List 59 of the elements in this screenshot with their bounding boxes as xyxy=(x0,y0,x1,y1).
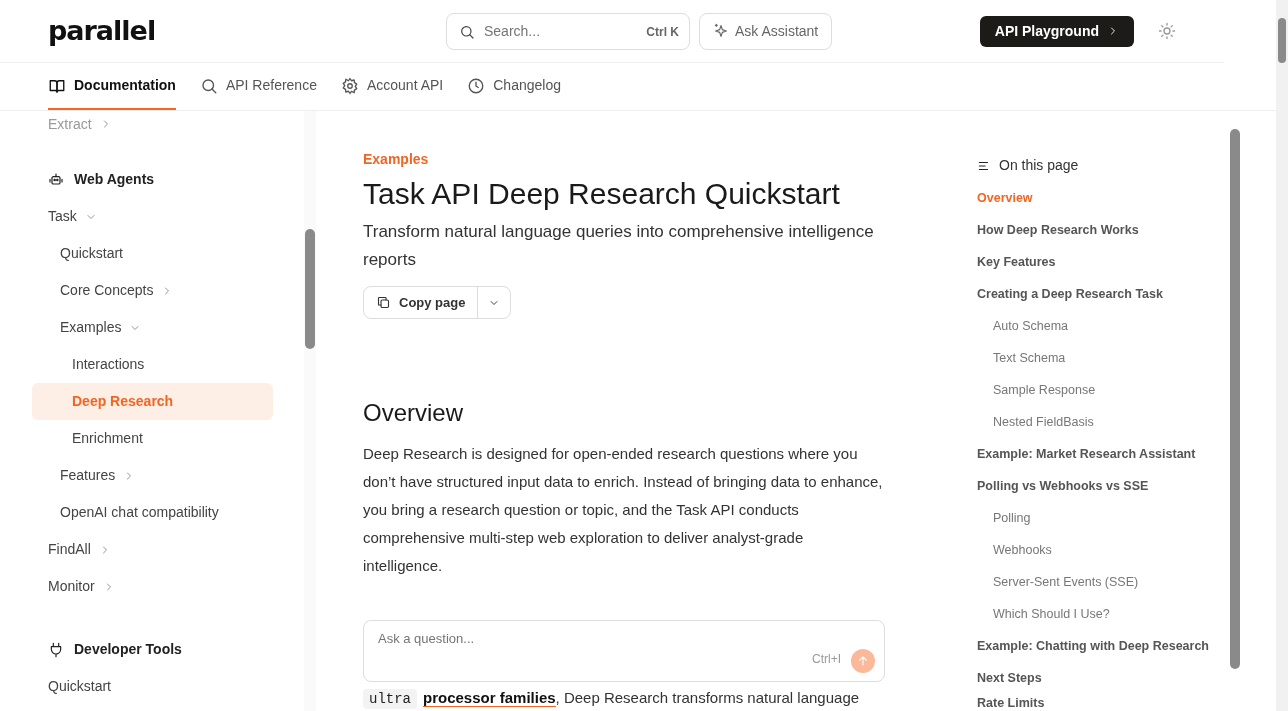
paragraph: Deep Research is designed for open-ended research questions where you don’t have structured input data to enrich. Instead of bringing data to enhance, you bring a research question or topic, and the Task API conducts comprehensive multi-step web exploration to deliver analyst-grade intelligence. xyxy=(363,443,884,576)
breadcrumb: Examples xyxy=(363,150,430,169)
sidebar-item[interactable]: Interactions xyxy=(32,346,273,383)
sidebar-item[interactable]: Quickstart xyxy=(32,668,273,705)
arrow-up-icon xyxy=(856,653,870,668)
link[interactable]: processor families xyxy=(423,688,556,707)
sidebar-item[interactable]: Features xyxy=(32,457,273,494)
toc-link[interactable]: Text Schema xyxy=(993,342,1066,374)
toc-link[interactable]: Key Features xyxy=(977,246,1056,278)
gear-icon xyxy=(340,76,359,95)
toc-link[interactable]: Next Steps xyxy=(977,662,1042,694)
robot-icon xyxy=(48,171,64,188)
plug-icon xyxy=(48,641,64,658)
toc-link[interactable]: Example: Chatting with Deep Research xyxy=(977,630,1209,662)
scrollbar[interactable] xyxy=(1276,0,1288,711)
sidebar-item[interactable]: Quickstart xyxy=(32,235,273,272)
toc-link[interactable]: Polling xyxy=(993,502,1031,534)
toc-link[interactable]: Nested FieldBasis xyxy=(993,406,1094,438)
logo[interactable]: parallel xyxy=(48,10,446,52)
toc-link[interactable]: How Deep Research Works xyxy=(977,214,1139,246)
clock-icon xyxy=(467,76,486,95)
sidebar-item[interactable]: FindAll xyxy=(32,531,273,568)
search-icon xyxy=(199,76,218,95)
toc-link[interactable]: Creating a Deep Research Task xyxy=(977,278,1163,310)
toc-link[interactable]: Example: Market Research Assistant xyxy=(977,438,1196,470)
ask-assistant-button[interactable]: Ask Assistant xyxy=(699,12,833,50)
section-heading: Developer Tools xyxy=(74,640,182,659)
toc-link[interactable]: Polling vs Webhooks vs SSE xyxy=(977,470,1149,502)
nav-tab[interactable]: Changelog xyxy=(467,63,561,110)
page-title: Task API Deep Research Quickstart xyxy=(363,176,841,212)
section-heading: Web Agents xyxy=(74,170,155,189)
sidebar-item[interactable]: Core Concepts xyxy=(32,272,273,309)
sidebar-item[interactable]: Task xyxy=(32,198,273,235)
inline-code: ultra xyxy=(363,688,417,709)
toc-link[interactable]: Webhooks xyxy=(993,534,1052,566)
toc-link[interactable]: Which Should I Use? xyxy=(993,598,1110,630)
toc-link[interactable]: Sample Response xyxy=(993,374,1096,406)
section-heading: Overview xyxy=(363,399,465,428)
api-playground-button[interactable]: API Playground xyxy=(979,15,1134,47)
nav-tab[interactable]: Documentation xyxy=(48,63,176,110)
search-icon xyxy=(459,23,475,40)
sidebar-item[interactable]: Examples xyxy=(32,309,273,346)
scrollbar[interactable] xyxy=(304,111,316,711)
nav-tab[interactable]: API Reference xyxy=(199,63,317,110)
toc-link[interactable]: Server-Sent Events (SSE) xyxy=(993,566,1139,598)
sidebar-item[interactable]: OpenAI chat compatibility xyxy=(32,494,273,531)
shortcut-hint: Ctrl K xyxy=(646,23,679,41)
toc-link[interactable]: Auto Schema xyxy=(993,310,1069,342)
sun-icon[interactable] xyxy=(1158,22,1176,40)
paragraph: ultra processor families, Deep Research transforms natural language xyxy=(363,683,893,711)
toc-title: On this page xyxy=(999,156,1079,175)
nav-tab[interactable]: Account API xyxy=(340,63,444,110)
copy-icon xyxy=(376,295,391,310)
toc-link[interactable]: Rate Limits xyxy=(977,694,1045,711)
sidebar-item[interactable]: Enrichment xyxy=(32,420,273,457)
shortcut-hint: Ctrl+I xyxy=(812,650,841,668)
sidebar-item[interactable]: Monitor xyxy=(32,568,273,605)
page-subtitle: Transform natural language queries into comprehensive intelligence reports xyxy=(363,221,875,271)
sparkle-icon xyxy=(713,23,729,39)
